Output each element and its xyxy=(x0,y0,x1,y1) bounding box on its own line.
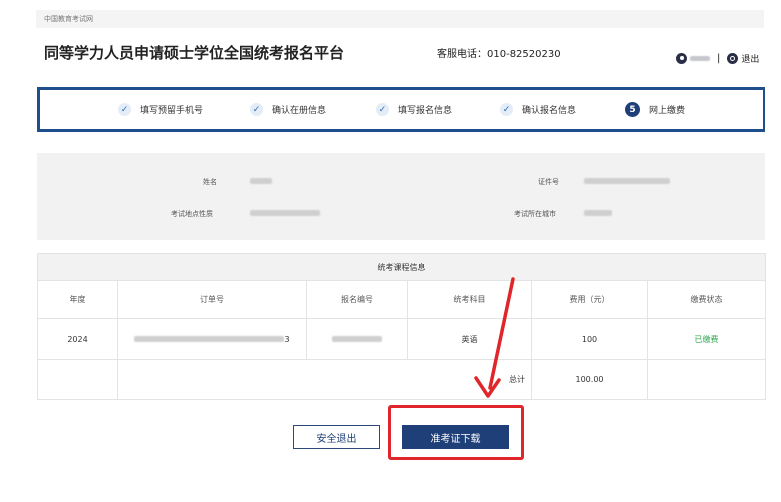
step-fill-registration: ✓ 填写报名信息 xyxy=(376,90,452,129)
step-confirm-registration: ✓ 确认报名信息 xyxy=(500,90,576,129)
step-number-badge: 5 xyxy=(625,102,640,117)
step-label: 填写报名信息 xyxy=(398,106,453,116)
fee-cell: 100 xyxy=(531,318,648,360)
subject-cell: 英语 xyxy=(407,318,532,360)
column-header: 统考科目 xyxy=(407,280,532,319)
order-number-redacted xyxy=(134,336,285,342)
name-label: 姓名 xyxy=(203,178,217,186)
power-icon[interactable] xyxy=(727,52,739,64)
table-row: 2024 3 英语 100 已缴费 xyxy=(37,318,767,360)
exam-city-label: 考试所在城市 xyxy=(514,210,556,218)
total-row: 总计 100.00 xyxy=(37,359,767,400)
step-label: 确认在册信息 xyxy=(272,106,327,116)
safe-exit-button[interactable]: 安全退出 xyxy=(293,425,380,449)
column-header: 费用（元） xyxy=(531,280,648,319)
check-icon: ✓ xyxy=(250,103,263,116)
step-phone: ✓ 填写预留手机号 xyxy=(118,90,203,129)
total-value: 100.00 xyxy=(531,359,648,400)
progress-steps: ✓ 填写预留手机号 ✓ 确认在册信息 ✓ 填写报名信息 ✓ 确认报名信息 5 网… xyxy=(37,87,765,132)
header-separator: | xyxy=(717,52,721,64)
check-icon: ✓ xyxy=(500,103,513,116)
check-icon: ✓ xyxy=(376,103,389,116)
year-cell: 2024 xyxy=(37,318,118,360)
top-strip: 中国教育考试网 xyxy=(36,10,764,28)
step-label: 填写预留手机号 xyxy=(140,106,204,116)
user-name-redacted xyxy=(690,55,710,61)
table-header-row: 年度 订单号 报名编号 统考科目 费用（元） 缴费状态 xyxy=(37,280,767,319)
total-label: 总计 xyxy=(117,359,532,400)
order-number-cell: 3 xyxy=(117,318,307,360)
admission-ticket-download-button[interactable]: 准考证下载 xyxy=(402,425,509,449)
name-value-redacted xyxy=(250,178,272,184)
payment-status-cell: 已缴费 xyxy=(646,318,767,360)
order-number-suffix: 3 xyxy=(284,334,290,344)
column-header: 订单号 xyxy=(117,280,307,319)
column-header: 报名编号 xyxy=(306,280,408,319)
hotline-text: 客服电话：010-82520230 xyxy=(437,49,561,60)
course-section-title: 统考课程信息 xyxy=(36,253,767,281)
empty-cell xyxy=(646,359,767,400)
page-title: 同等学力人员申请硕士学位全国统考报名平台 xyxy=(44,44,345,62)
column-header: 缴费状态 xyxy=(646,280,767,319)
empty-cell xyxy=(37,359,118,400)
candidate-info-panel: 姓名 证件号 考试地点性质 考试所在城市 xyxy=(37,153,765,240)
step-confirm-record: ✓ 确认在册信息 xyxy=(250,90,326,129)
site-label: 中国教育考试网 xyxy=(44,15,93,23)
step-label: 网上缴费 xyxy=(649,106,686,116)
registration-number-redacted xyxy=(332,336,382,342)
exam-site-label: 考试地点性质 xyxy=(171,210,213,218)
id-value-redacted xyxy=(584,178,670,184)
user-area: | 退出 xyxy=(676,51,759,65)
user-icon xyxy=(676,52,687,64)
logout-link[interactable]: 退出 xyxy=(741,52,759,65)
id-label: 证件号 xyxy=(538,178,559,186)
step-label: 确认报名信息 xyxy=(522,106,577,116)
exam-city-value-redacted xyxy=(584,210,612,216)
course-table: 统考课程信息 年度 订单号 报名编号 统考科目 费用（元） 缴费状态 2024 … xyxy=(36,253,767,400)
exam-site-value-redacted xyxy=(250,210,320,216)
column-header: 年度 xyxy=(37,280,118,319)
registration-number-cell xyxy=(306,318,408,360)
step-online-payment: 5 网上缴费 xyxy=(625,90,685,129)
annotation-arrow-icon xyxy=(474,277,515,398)
check-icon: ✓ xyxy=(118,103,131,116)
